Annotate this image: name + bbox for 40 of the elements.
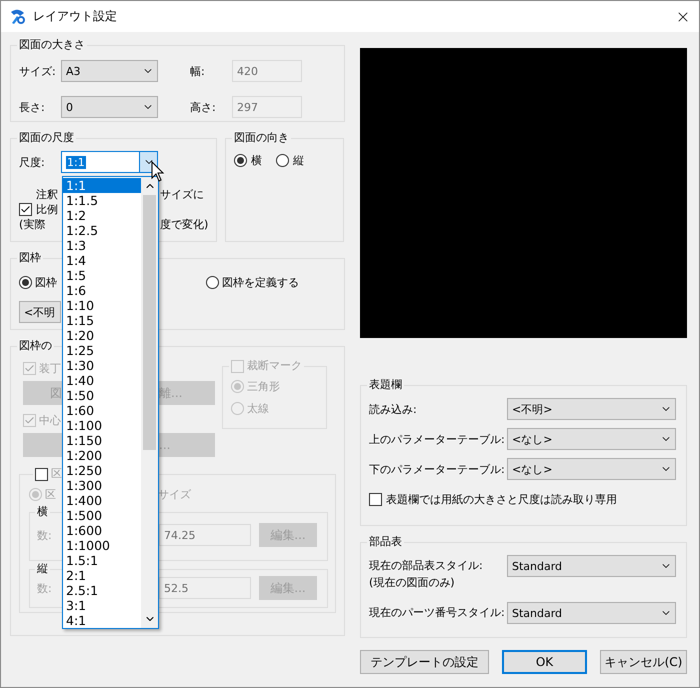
- field-label: 数:: [37, 528, 52, 542]
- radio-label: 図枠: [35, 274, 57, 290]
- checkbox-label: 度で変化): [160, 217, 208, 232]
- checkbox-label: 裁断マーク: [247, 359, 302, 373]
- radio-label: 三角形: [247, 378, 280, 394]
- field-label: サイズ:: [19, 64, 57, 78]
- field-label: 尺度:: [19, 154, 46, 170]
- group-title: 図面の大きさ: [18, 38, 86, 52]
- group-title: 図面の尺度: [18, 131, 75, 145]
- group-title: 横: [36, 505, 49, 519]
- checkbox-label: 注釈: [36, 187, 58, 202]
- group-title: 図面の向き: [233, 131, 290, 145]
- field-label: 現在のパーツ番号スタイル:: [369, 605, 506, 620]
- field-label: 長さ:: [19, 100, 46, 114]
- checkbox-label: 装丁: [39, 360, 61, 376]
- radio-label: 図枠を定義する: [222, 274, 299, 290]
- field-label: 幅:: [190, 64, 206, 78]
- checkbox-label: (実際: [19, 217, 46, 232]
- radio-label: 横: [251, 153, 262, 168]
- checkbox-label: 中心: [39, 412, 61, 428]
- group-title: 表題欄: [368, 378, 403, 392]
- field-note: (現在の図面のみ): [369, 575, 456, 590]
- radio-label: 太線: [247, 400, 269, 416]
- field-label: 現在の部品表スタイル:: [369, 558, 484, 573]
- window-title: レイアウト設定: [33, 8, 118, 25]
- field-label: 上のパラメーターテーブル:: [369, 432, 506, 446]
- group-title: 図枠の: [18, 339, 53, 353]
- field-label: 下のパラメーターテーブル:: [369, 462, 506, 476]
- group-title: 部品表: [368, 535, 403, 549]
- group-title: 図枠: [18, 251, 42, 265]
- field-label: 高さ:: [190, 100, 217, 114]
- radio-label: 縦: [293, 153, 304, 168]
- checkbox-label: 表題欄では用紙の大きさと尺度は読み取り専用: [386, 492, 617, 507]
- field-label: 数:: [37, 582, 52, 594]
- group-title: 縦: [36, 562, 49, 576]
- radio-label: 区: [45, 486, 56, 502]
- field-label: 読み込み:: [369, 402, 418, 416]
- checkbox-label: サイズに: [160, 187, 205, 202]
- checkbox-label: 区: [51, 467, 62, 481]
- checkbox-label: 比例: [36, 202, 58, 217]
